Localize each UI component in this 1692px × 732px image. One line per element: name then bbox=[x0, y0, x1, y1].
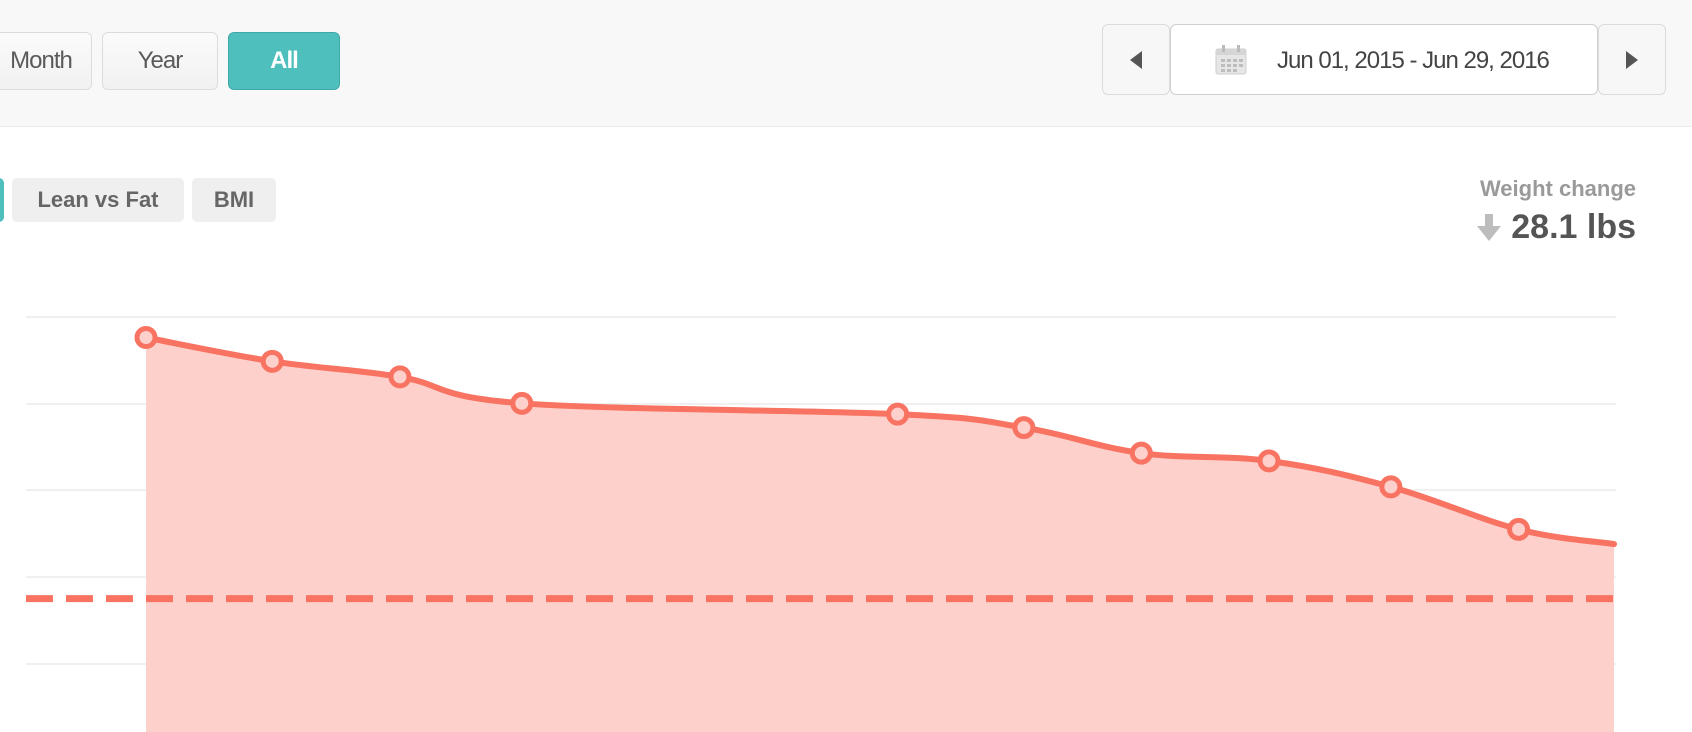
data-point[interactable] bbox=[1379, 475, 1403, 499]
data-point[interactable] bbox=[886, 402, 910, 426]
data-point[interactable] bbox=[1012, 416, 1036, 440]
weight-chart bbox=[26, 316, 1617, 732]
data-point[interactable] bbox=[1507, 517, 1531, 541]
weight-area bbox=[146, 337, 1614, 732]
data-point[interactable] bbox=[260, 349, 284, 373]
data-point[interactable] bbox=[388, 365, 412, 389]
data-point[interactable] bbox=[1257, 449, 1281, 473]
data-point[interactable] bbox=[510, 391, 534, 415]
data-point[interactable] bbox=[134, 325, 158, 349]
data-point[interactable] bbox=[1129, 441, 1153, 465]
